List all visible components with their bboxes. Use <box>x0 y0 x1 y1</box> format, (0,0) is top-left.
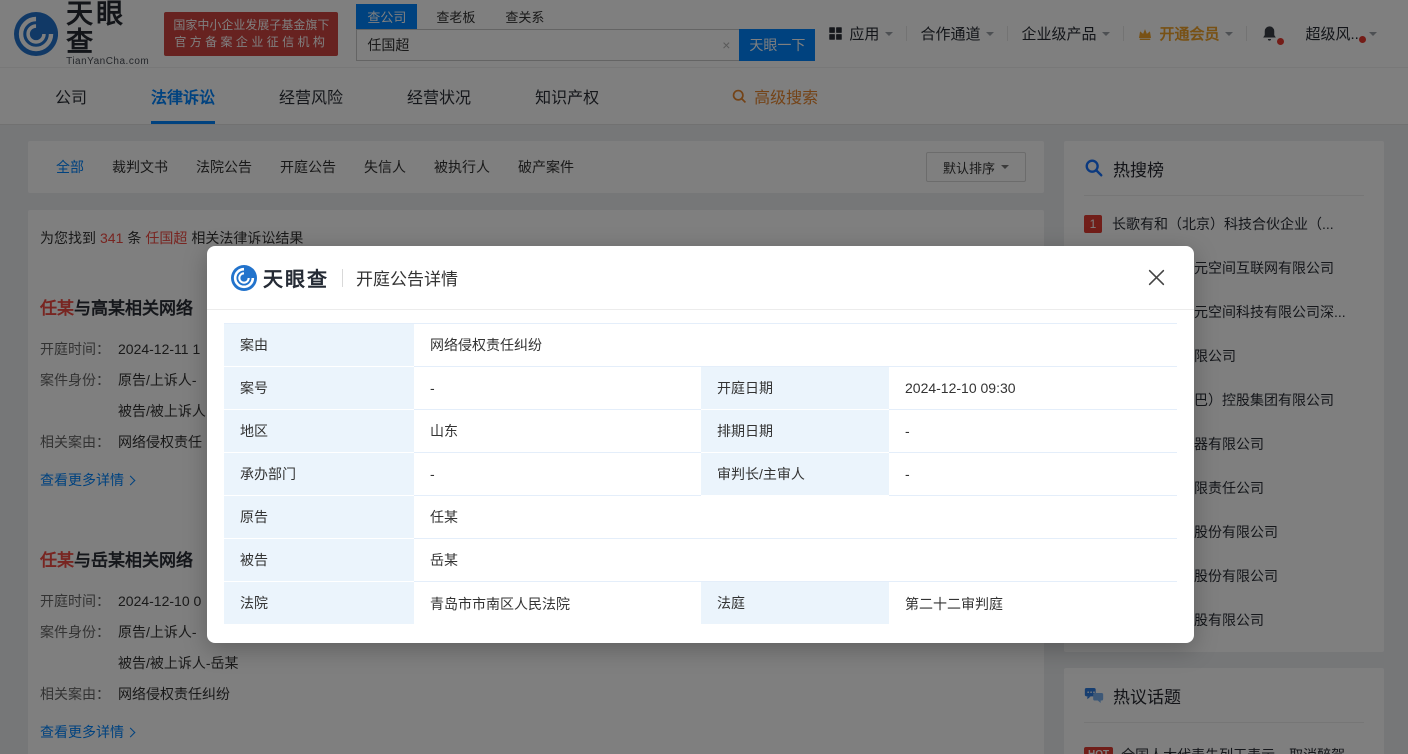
page: 天眼查 TianYanCha.com 国家中小企业发展子基金旗下 官方备案企业征… <box>0 0 1408 754</box>
row-label: 地区 <box>224 410 414 453</box>
row-value: 任某 <box>414 496 1177 539</box>
row-value: - <box>889 410 1177 453</box>
row-label: 法庭 <box>701 582 889 625</box>
row-value: - <box>414 367 701 410</box>
row-label: 承办部门 <box>224 453 414 496</box>
table-row: 法院 青岛市市南区人民法院 法庭 第二十二审判庭 <box>224 582 1177 625</box>
table-row: 承办部门 - 审判长/主审人 - <box>224 453 1177 496</box>
table-row: 地区 山东 排期日期 - <box>224 410 1177 453</box>
table-row: 被告 岳某 <box>224 539 1177 582</box>
row-value: 山东 <box>414 410 701 453</box>
row-value: - <box>889 453 1177 496</box>
modal-brand-name: 天眼查 <box>263 269 329 291</box>
row-value: 青岛市市南区人民法院 <box>430 595 570 612</box>
divider <box>342 268 343 287</box>
row-value: 2024-12-10 09:30 <box>889 367 1177 410</box>
row-value: 第二十二审判庭 <box>905 595 1003 612</box>
hearing-detail-modal: 天眼查 开庭公告详情 案由 网络侵权责任纠纷 案号 - 开庭日期 2024-12… <box>207 246 1194 643</box>
row-label: 法院 <box>224 582 414 625</box>
row-label: 案由 <box>224 324 414 367</box>
brand-swirl-icon <box>231 264 257 291</box>
row-label: 开庭日期 <box>701 367 889 410</box>
row-label: 原告 <box>224 496 414 539</box>
modal-title: 开庭公告详情 <box>356 270 458 289</box>
modal-brand: 天眼查 <box>231 263 329 292</box>
modal-body: 案由 网络侵权责任纠纷 案号 - 开庭日期 2024-12-10 09:30 地… <box>207 310 1194 643</box>
table-row: 原告 任某 <box>224 496 1177 539</box>
row-label: 排期日期 <box>701 410 889 453</box>
table-row: 案号 - 开庭日期 2024-12-10 09:30 <box>224 367 1177 410</box>
row-label: 审判长/主审人 <box>701 453 889 496</box>
table-row: 案由 网络侵权责任纠纷 <box>224 324 1177 367</box>
row-label: 被告 <box>224 539 414 582</box>
row-value: 网络侵权责任纠纷 <box>414 324 1177 367</box>
modal-header: 天眼查 开庭公告详情 <box>207 246 1194 310</box>
close-icon[interactable] <box>1143 264 1170 291</box>
row-value: - <box>414 453 701 496</box>
detail-table: 案由 网络侵权责任纠纷 案号 - 开庭日期 2024-12-10 09:30 地… <box>224 323 1177 625</box>
row-label: 案号 <box>224 367 414 410</box>
row-value: 岳某 <box>414 539 1177 582</box>
